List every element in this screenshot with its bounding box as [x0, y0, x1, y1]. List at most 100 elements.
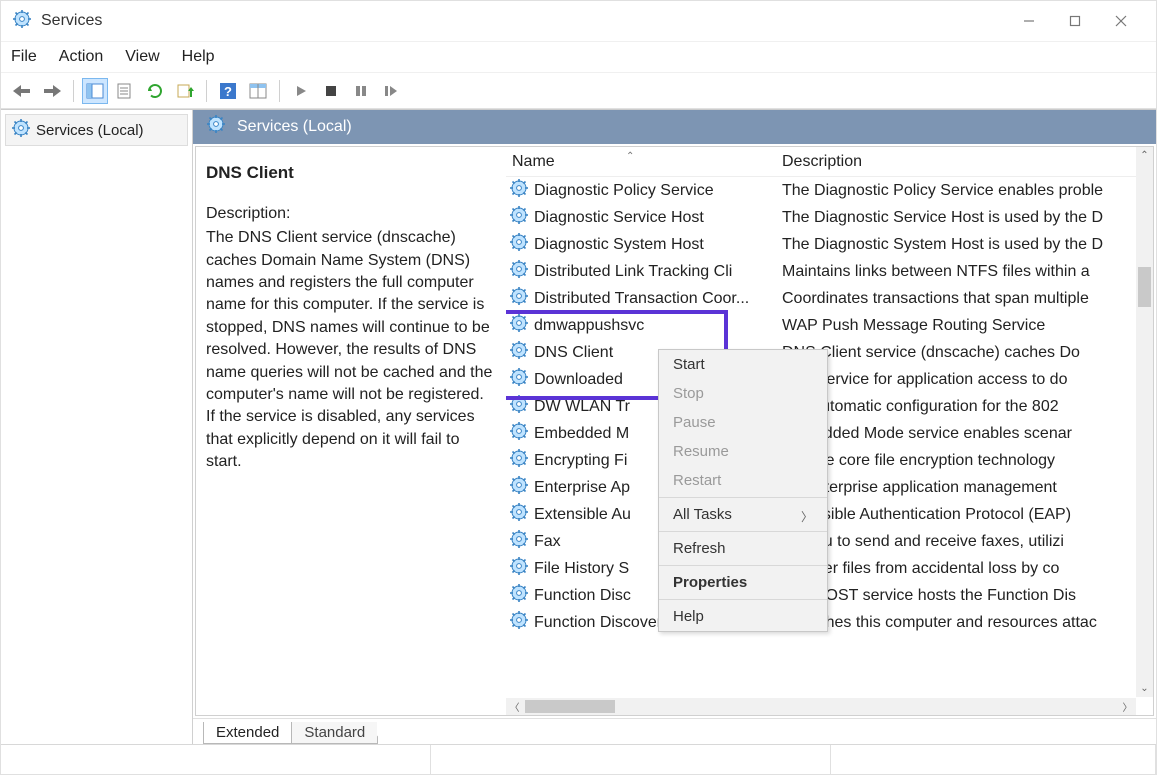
- service-description: Embedded Mode service enables scenar: [776, 425, 1153, 443]
- hscroll-thumb[interactable]: [525, 700, 615, 713]
- service-description: des automatic configuration for the 802: [776, 398, 1153, 416]
- column-headers: Name ⌃ Description: [506, 147, 1153, 177]
- menu-help[interactable]: Help: [182, 48, 215, 66]
- title-bar: Services: [1, 1, 1156, 41]
- gear-icon: [510, 368, 528, 391]
- column-header-name[interactable]: Name ⌃: [506, 153, 776, 171]
- column-chooser-button[interactable]: [245, 78, 271, 104]
- column-header-description[interactable]: Description: [776, 153, 1153, 171]
- show-hide-tree-button[interactable]: [82, 78, 108, 104]
- refresh-button[interactable]: [142, 78, 168, 104]
- start-service-button[interactable]: [288, 78, 314, 104]
- service-description: Publishes this computer and resources at…: [776, 614, 1153, 632]
- description-text: The DNS Client service (dnscache) caches…: [206, 227, 496, 473]
- service-rows[interactable]: Diagnostic Policy Service The Diagnostic …: [506, 177, 1153, 715]
- help-button[interactable]: ?: [215, 78, 241, 104]
- stop-service-button[interactable]: [318, 78, 344, 104]
- scroll-up-icon[interactable]: ⌃: [1136, 147, 1153, 164]
- service-name: dmwappushsvc: [534, 317, 644, 335]
- menu-view[interactable]: View: [125, 48, 159, 66]
- service-description: The Diagnostic System Host is used by th…: [776, 236, 1153, 254]
- service-row[interactable]: Enterprise Aples enterprise application …: [506, 474, 1153, 501]
- service-row[interactable]: Distributed Transaction Coor...Coordinat…: [506, 285, 1153, 312]
- context-menu-help[interactable]: Help: [659, 602, 827, 631]
- pause-service-button[interactable]: [348, 78, 374, 104]
- tab-standard[interactable]: Standard: [291, 722, 378, 744]
- service-name: Encrypting Fi: [534, 452, 627, 470]
- maximize-button[interactable]: [1052, 5, 1098, 37]
- scroll-left-icon[interactable]: 〈: [506, 699, 523, 714]
- selected-service-name: DNS Client: [206, 161, 496, 185]
- service-row[interactable]: File History Scts user files from accide…: [506, 555, 1153, 582]
- context-menu-start[interactable]: Start: [659, 350, 827, 379]
- gear-icon: [510, 287, 528, 310]
- horizontal-scrollbar[interactable]: 〈 〉: [506, 698, 1136, 715]
- main-body: Services (Local) Services (Local) DNS Cl…: [1, 109, 1156, 744]
- toolbar: ?: [1, 73, 1156, 109]
- gear-icon: [510, 341, 528, 364]
- gear-icon: [510, 206, 528, 229]
- service-name: DNS Client: [534, 344, 613, 362]
- minimize-button[interactable]: [1006, 5, 1052, 37]
- gear-icon: [510, 476, 528, 499]
- properties-button[interactable]: [112, 78, 138, 104]
- service-description: The Diagnostic Policy Service enables pr…: [776, 182, 1153, 200]
- content-header-title: Services (Local): [237, 118, 352, 136]
- service-row[interactable]: Downloadedlows service for application a…: [506, 366, 1153, 393]
- service-row[interactable]: Embedded M Embedded Mode service enables …: [506, 420, 1153, 447]
- gear-icon: [510, 557, 528, 580]
- tree-item-services-local[interactable]: Services (Local): [5, 114, 188, 146]
- vertical-scrollbar[interactable]: ⌃ ⌄: [1136, 147, 1153, 697]
- service-row[interactable]: DW WLAN Tr des automatic configuration fo…: [506, 393, 1153, 420]
- service-list-panel: Name ⌃ Description Diagnostic Policy Ser…: [506, 147, 1153, 715]
- tree-pane: Services (Local): [1, 110, 193, 744]
- window-title: Services: [41, 12, 1006, 30]
- scroll-right-icon[interactable]: 〉: [1119, 699, 1136, 714]
- service-name: Fax: [534, 533, 561, 551]
- back-button[interactable]: [9, 78, 35, 104]
- service-name: Diagnostic Policy Service: [534, 182, 714, 200]
- scroll-thumb[interactable]: [1138, 267, 1151, 307]
- service-row[interactable]: Fax les you to send and receive faxes, ut…: [506, 528, 1153, 555]
- menu-action[interactable]: Action: [59, 48, 103, 66]
- gear-icon: [510, 233, 528, 256]
- context-menu-stop[interactable]: Stop: [659, 379, 827, 408]
- service-row[interactable]: Diagnostic System HostThe Diagnostic Sys…: [506, 231, 1153, 258]
- context-menu-restart[interactable]: Restart: [659, 466, 827, 495]
- service-row[interactable]: Function Discovery Resourc...Publishes t…: [506, 609, 1153, 636]
- content-pane: Services (Local) DNS Client Description:…: [193, 110, 1156, 744]
- service-description: lows service for application access to d…: [776, 371, 1153, 389]
- context-menu-all-tasks[interactable]: All Tasks〉: [659, 500, 827, 529]
- close-button[interactable]: [1098, 5, 1144, 37]
- service-name: DW WLAN Tr: [534, 398, 630, 416]
- service-row[interactable]: Function DiscFDPHOST service hosts the F…: [506, 582, 1153, 609]
- restart-service-button[interactable]: [378, 78, 404, 104]
- context-menu-resume[interactable]: Resume: [659, 437, 827, 466]
- forward-button[interactable]: [39, 78, 65, 104]
- service-row[interactable]: dmwappushsvc WAP Push Message Routing Ser…: [506, 312, 1153, 339]
- context-menu-properties[interactable]: Properties: [659, 568, 827, 597]
- service-row[interactable]: Encrypting Fides the core file encryptio…: [506, 447, 1153, 474]
- menu-file[interactable]: File: [11, 48, 37, 66]
- service-row[interactable]: Diagnostic Service HostThe Diagnostic Se…: [506, 204, 1153, 231]
- gear-icon: [510, 503, 528, 526]
- context-menu-refresh[interactable]: Refresh: [659, 534, 827, 563]
- service-description: cts user files from accidental loss by c…: [776, 560, 1153, 578]
- tab-extended[interactable]: Extended: [203, 722, 292, 744]
- service-row[interactable]: DNS ClientDNS Client service (dnscache) …: [506, 339, 1153, 366]
- gear-icon: [510, 395, 528, 418]
- service-row[interactable]: Extensible AuExtensible Authentication P…: [506, 501, 1153, 528]
- export-list-button[interactable]: [172, 78, 198, 104]
- description-label: Description:: [206, 203, 496, 225]
- service-description: FDPHOST service hosts the Function Dis: [776, 587, 1153, 605]
- service-row[interactable]: Diagnostic Policy Service The Diagnostic …: [506, 177, 1153, 204]
- scroll-down-icon[interactable]: ⌄: [1136, 680, 1153, 697]
- service-name: Embedded M: [534, 425, 629, 443]
- service-description: WAP Push Message Routing Service: [776, 317, 1153, 335]
- service-description: Extensible Authentication Protocol (EAP): [776, 506, 1153, 524]
- service-row[interactable]: Distributed Link Tracking CliMaintains l…: [506, 258, 1153, 285]
- context-menu-pause[interactable]: Pause: [659, 408, 827, 437]
- service-description: les you to send and receive faxes, utili…: [776, 533, 1153, 551]
- gear-icon: [510, 314, 528, 337]
- gear-icon: [510, 449, 528, 472]
